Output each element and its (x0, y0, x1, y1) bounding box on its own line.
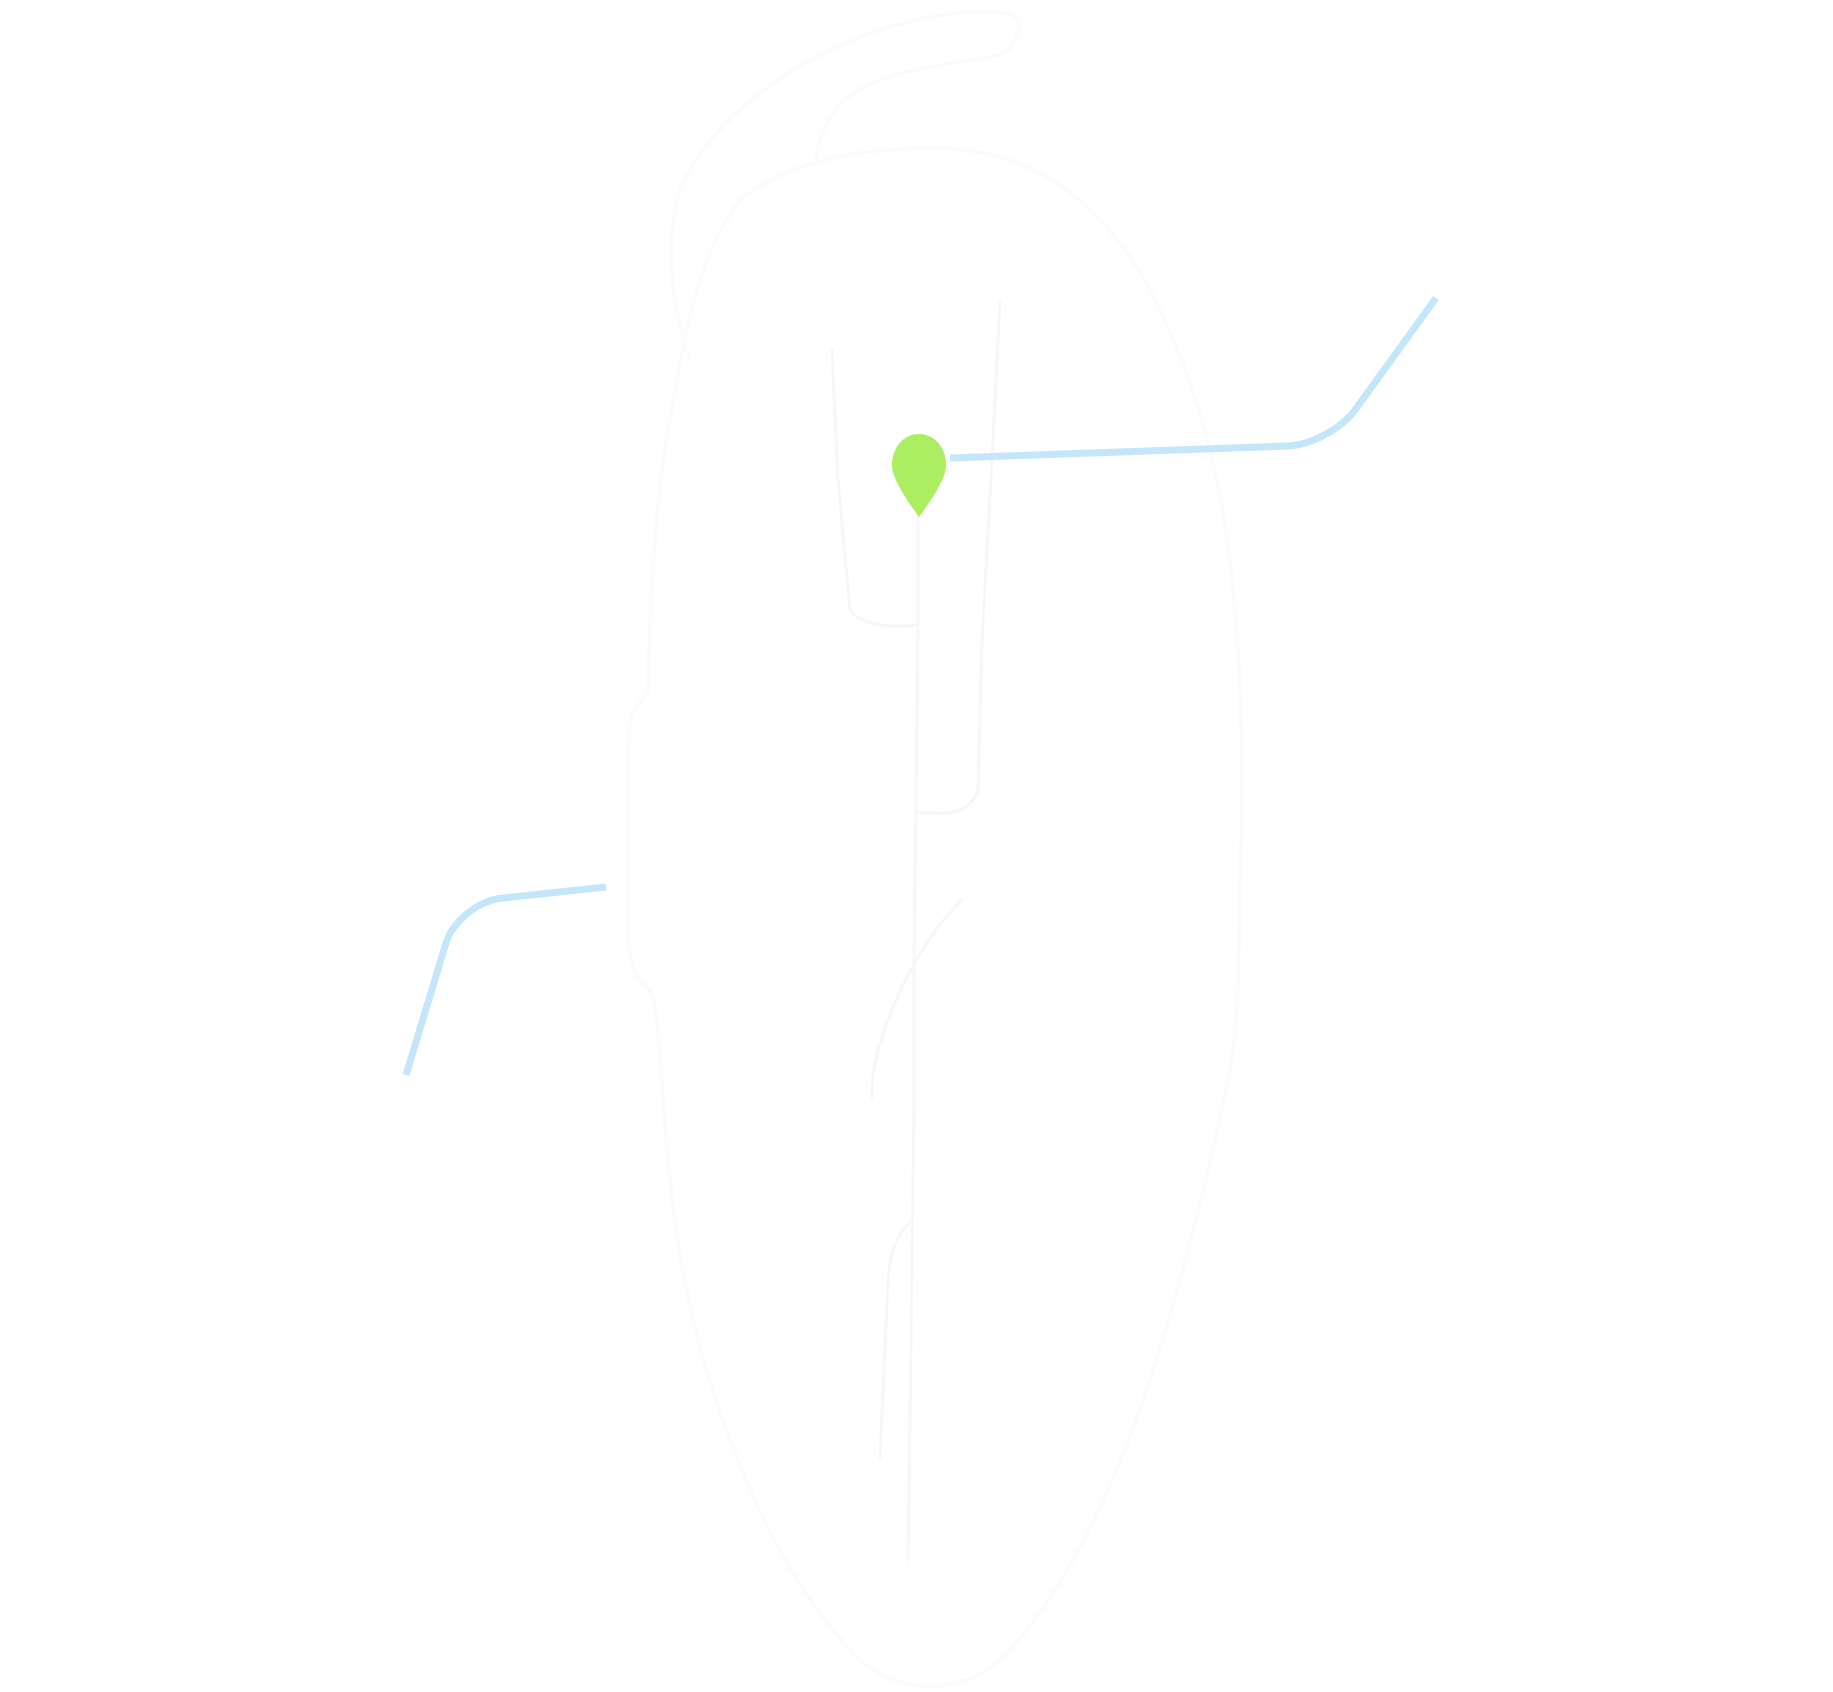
map-pin-icon[interactable] (891, 434, 947, 517)
road-southwest-branch (878, 1218, 914, 1462)
road-main (906, 468, 920, 1562)
routes (402, 295, 1439, 1077)
road-south-branch (870, 898, 964, 1102)
route-northeast[interactable] (949, 295, 1439, 462)
island-outline (625, 146, 1244, 1689)
hook-outline (669, 9, 1021, 362)
map-canvas[interactable] (0, 0, 1833, 1692)
map-svg (402, 9, 1439, 1689)
road-east-branch (914, 298, 1002, 815)
route-southwest[interactable] (402, 883, 607, 1077)
land-outlines (625, 9, 1244, 1689)
location-marker[interactable] (891, 434, 947, 517)
